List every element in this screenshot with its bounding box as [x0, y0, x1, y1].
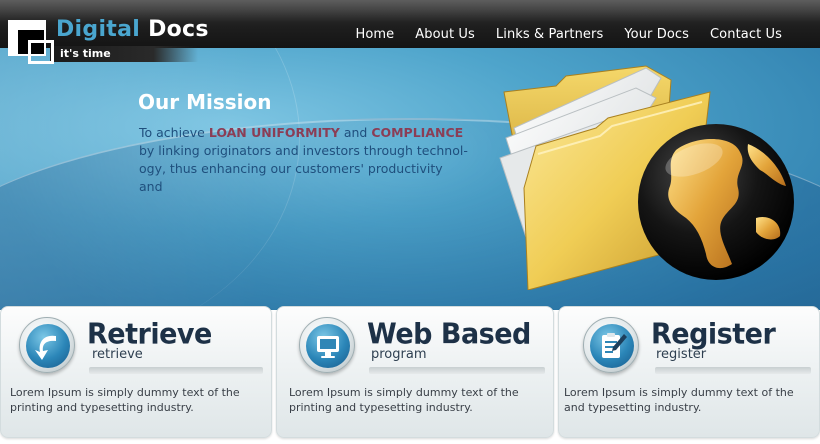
mission-text-rest: by linking originators and investors thr…: [139, 143, 468, 194]
nav-link-contact-us[interactable]: Contact Us: [710, 27, 782, 42]
main-nav: Home About Us Links & Partners Your Docs…: [355, 27, 782, 42]
curved-arrow-icon: [26, 324, 70, 368]
card-icon-frame: [19, 317, 75, 373]
card-retrieve[interactable]: Retrieve retrieve Lorem Ipsum is simply …: [0, 306, 272, 438]
brand-name-part1: Digital: [56, 17, 141, 42]
card-body-text: Lorem Ipsum is simply dummy text of the …: [564, 386, 794, 414]
card-web-based[interactable]: Web Based program Lorem Ipsum is simply …: [276, 306, 554, 438]
card-icon-frame: [299, 317, 355, 373]
card-divider: [89, 367, 263, 374]
feature-cards: Retrieve retrieve Lorem Ipsum is simply …: [0, 306, 820, 444]
card-subtitle: retrieve: [92, 347, 143, 362]
nav-link-links-partners[interactable]: Links & Partners: [496, 27, 603, 42]
monitor-icon: [306, 324, 350, 368]
hero-banner: Our Mission To achieve LOAN UNIFORMITY a…: [0, 48, 820, 310]
card-subtitle: register: [656, 347, 707, 362]
nav-link-home[interactable]: Home: [355, 27, 394, 42]
globe-icon: [638, 124, 794, 280]
mission-text-lead: To achieve: [139, 125, 209, 140]
mission-highlight-loan-uniformity: LOAN UNIFORMITY: [208, 125, 340, 140]
logo-square-outline: [28, 40, 54, 64]
clipboard-pen-icon: [590, 324, 634, 368]
brand-name-part2: Docs: [148, 17, 209, 42]
mission-text: To achieve LOAN UNIFORMITY and COMPLIANC…: [139, 124, 469, 196]
card-title: Retrieve: [87, 318, 212, 351]
card-title: Register: [651, 318, 776, 351]
card-title: Web Based: [367, 318, 531, 351]
card-register[interactable]: Register register Lorem Ipsum is simply …: [558, 306, 820, 438]
logo-icon[interactable]: [8, 20, 54, 64]
mission-highlight-compliance: COMPLIANCE: [371, 125, 464, 140]
card-subtitle: program: [371, 347, 427, 362]
card-body-text: Lorem Ipsum is simply dummy text of the …: [10, 386, 240, 414]
nav-link-about-us[interactable]: About Us: [415, 27, 475, 42]
mission-title: Our Mission: [138, 90, 272, 114]
card-divider: [369, 367, 545, 374]
card-divider: [655, 367, 811, 374]
card-body-text: Lorem Ipsum is simply dummy text of the …: [289, 386, 519, 414]
brand-tagline: it's time: [60, 47, 111, 60]
mission-text-mid: and: [339, 125, 372, 140]
card-icon-frame: [583, 317, 639, 373]
nav-link-your-docs[interactable]: Your Docs: [624, 27, 689, 42]
brand-name[interactable]: Digital Docs: [56, 17, 209, 42]
